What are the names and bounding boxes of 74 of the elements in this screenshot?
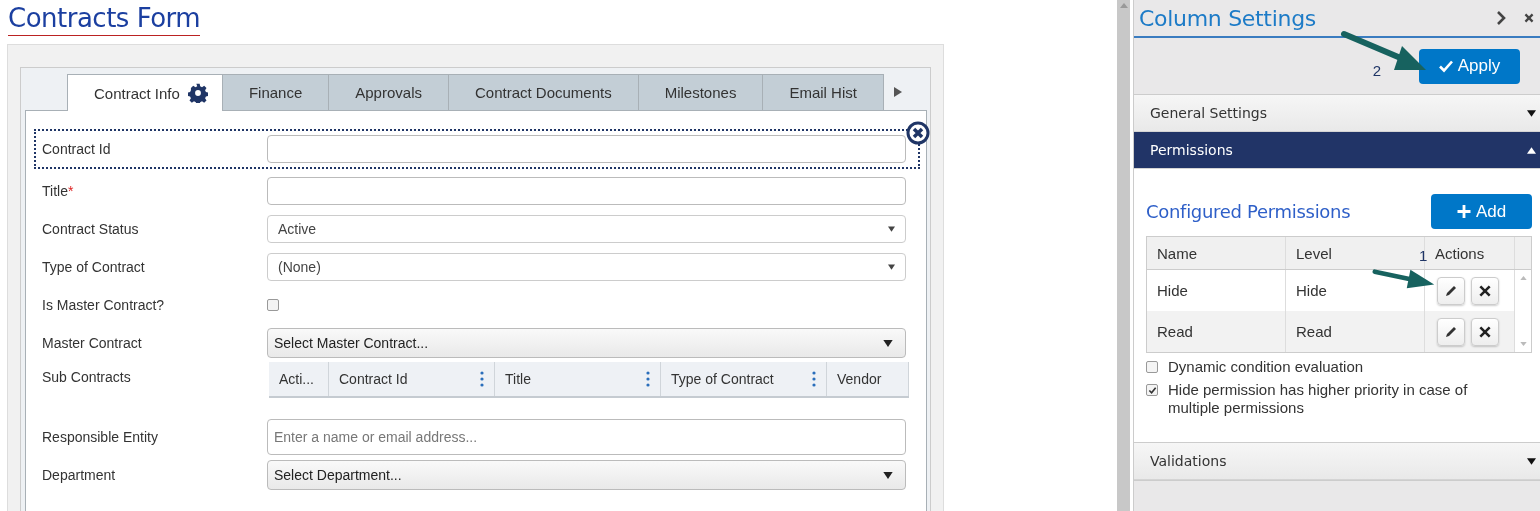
field-label: Title*	[42, 183, 75, 199]
menu-icon[interactable]	[646, 371, 650, 387]
edit-button[interactable]	[1437, 317, 1465, 346]
add-button[interactable]: Add	[1431, 194, 1532, 229]
field-label: Type of Contract	[42, 259, 146, 275]
annotation-arrow	[1372, 268, 1436, 290]
tab[interactable]: Contract Info	[67, 74, 223, 111]
column-header[interactable]: Type of Contract	[661, 362, 827, 396]
plus-icon	[1456, 205, 1471, 218]
page-title: Contracts Form	[8, 3, 201, 36]
caret-icon	[888, 264, 895, 270]
pencil-icon	[1444, 283, 1458, 298]
caret-icon	[883, 339, 893, 347]
remove-icon[interactable]	[906, 121, 930, 145]
table-cell: Read	[1286, 311, 1425, 352]
section-header[interactable]: Validations	[1134, 443, 1540, 480]
close-icon	[1478, 324, 1492, 339]
field-label: Is Master Contract?	[42, 297, 166, 313]
field-label: Contract Id	[42, 141, 112, 157]
pencil-icon	[1444, 324, 1458, 339]
table-cell: Read	[1147, 311, 1286, 352]
caret-icon	[1527, 457, 1536, 465]
annotation-number: 1	[1419, 247, 1428, 264]
column-header: Name	[1147, 237, 1286, 269]
dropdown[interactable]: Select Master Contract...	[267, 328, 906, 358]
section-heading: Configured Permissions	[1146, 201, 1351, 222]
caret-icon	[1527, 109, 1536, 117]
apply-button[interactable]: Apply	[1419, 48, 1520, 84]
checkbox[interactable]	[267, 299, 279, 311]
close-icon	[1478, 283, 1492, 298]
text-field[interactable]	[267, 177, 906, 205]
dropdown[interactable]: (None)	[267, 253, 906, 281]
dropdown[interactable]: Active	[267, 215, 906, 243]
scrollbar[interactable]	[1117, 0, 1133, 511]
column-header[interactable]: Contract Id	[329, 362, 495, 396]
panel-title: Column Settings	[1139, 5, 1317, 31]
annotation-number: 2	[1372, 61, 1381, 79]
dropdown[interactable]: Select Department...	[267, 460, 906, 490]
tab[interactable]: Email Hist	[763, 74, 884, 110]
scroll-right-icon[interactable]	[893, 87, 902, 97]
text-field[interactable]	[267, 135, 906, 163]
caret-icon	[888, 226, 895, 232]
field-label: Department	[42, 467, 117, 483]
chevron-right-icon[interactable]	[1496, 11, 1506, 25]
tab[interactable]: Approvals	[329, 74, 449, 110]
checkbox[interactable]	[1146, 384, 1158, 396]
edit-button[interactable]	[1437, 276, 1465, 305]
menu-icon[interactable]	[812, 371, 816, 387]
delete-button[interactable]	[1471, 276, 1499, 305]
checkbox-label: Dynamic condition evaluation	[1168, 358, 1365, 376]
section-header[interactable]: General Settings	[1134, 95, 1540, 132]
field-label: Responsible Entity	[42, 429, 159, 445]
tab[interactable]: Finance	[222, 74, 330, 110]
column-header[interactable]: Vendor	[827, 362, 909, 396]
gear-icon[interactable]	[187, 83, 208, 103]
column-header[interactable]: Acti...	[269, 362, 329, 396]
tab[interactable]: Contract Documents	[448, 74, 639, 110]
caret-icon	[883, 471, 893, 479]
delete-button[interactable]	[1471, 317, 1499, 346]
caret-icon	[1527, 146, 1536, 154]
column-header[interactable]: Title	[495, 362, 661, 396]
tab[interactable]: Milestones	[638, 74, 764, 110]
field-label: Sub Contracts	[42, 369, 132, 385]
checkbox[interactable]	[1146, 361, 1158, 373]
check-icon	[1147, 385, 1157, 395]
section-header[interactable]: Permissions	[1134, 132, 1540, 169]
column-header: Actions	[1435, 244, 1485, 262]
checkbox-label: Hide permission has higher priority in case of multiple permissions	[1168, 381, 1469, 417]
check-icon	[1438, 59, 1453, 73]
people-field[interactable]: Enter a name or email address...	[267, 419, 906, 455]
menu-icon[interactable]	[480, 371, 484, 387]
field-label: Master Contract	[42, 335, 143, 351]
field-label: Contract Status	[42, 221, 140, 237]
close-icon[interactable]	[1524, 11, 1534, 25]
